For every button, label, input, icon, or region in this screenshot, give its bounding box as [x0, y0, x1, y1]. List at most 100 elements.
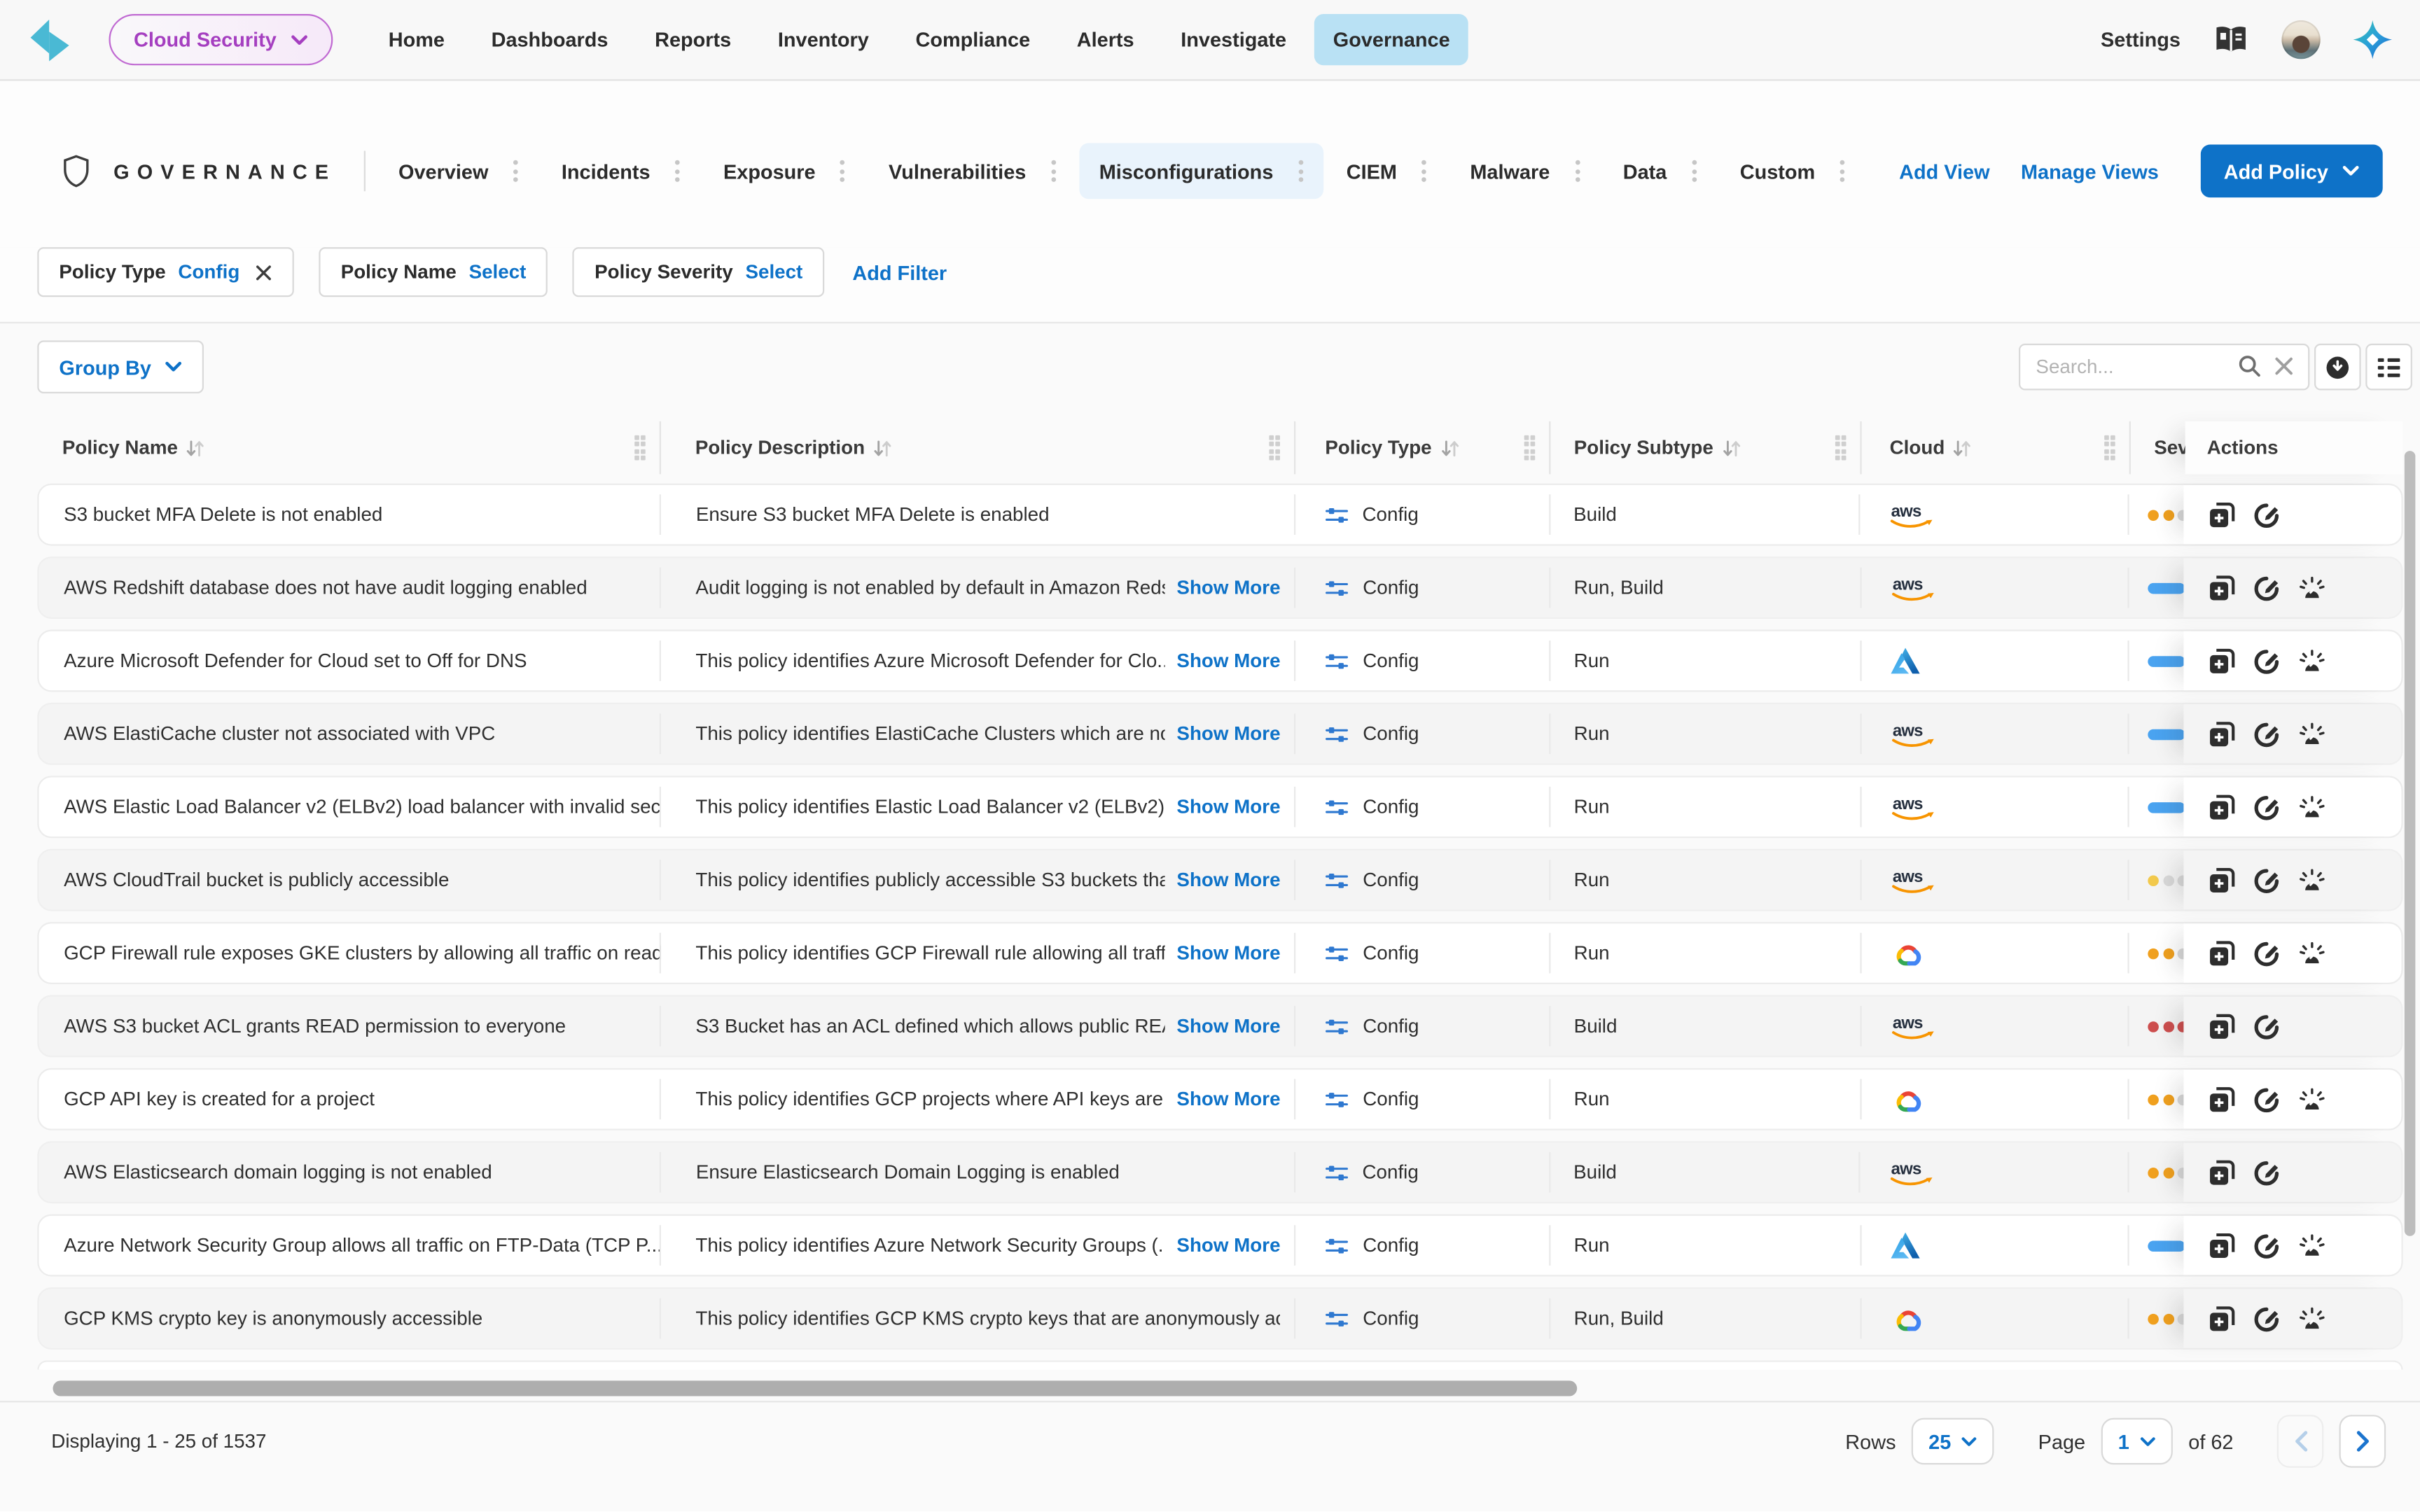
edit-policy-icon[interactable]: [2253, 867, 2280, 893]
show-more-link[interactable]: Show More: [1176, 723, 1280, 745]
alarm-policy-icon[interactable]: [2299, 867, 2325, 893]
table-row[interactable]: GCP KMS crypto key is anonymously access…: [37, 1287, 2403, 1350]
clone-policy-icon[interactable]: [2209, 940, 2235, 967]
nav-item-reports[interactable]: Reports: [636, 14, 749, 65]
edit-policy-icon[interactable]: [2253, 648, 2280, 674]
group-by-button[interactable]: Group By: [37, 340, 204, 393]
rows-per-page-select[interactable]: 25: [1911, 1418, 1995, 1465]
edit-policy-icon[interactable]: [2253, 1013, 2280, 1040]
sort-icon[interactable]: [1721, 438, 1741, 458]
sort-icon[interactable]: [186, 438, 206, 458]
search-icon[interactable]: [2238, 354, 2261, 377]
show-more-link[interactable]: Show More: [1176, 1088, 1280, 1110]
show-more-link[interactable]: Show More: [1176, 577, 1280, 598]
clone-policy-icon[interactable]: [2209, 794, 2235, 820]
policy-name-cell[interactable]: AWS CloudTrail bucket is publicly access…: [39, 850, 662, 909]
filter-chip-value[interactable]: Select: [469, 261, 527, 283]
column-header-cloud[interactable]: Cloud: [1862, 421, 2131, 475]
table-row[interactable]: AWS Redshift database does not have audi…: [37, 556, 2403, 619]
edit-policy-icon[interactable]: [2253, 720, 2280, 747]
column-header-policy-description[interactable]: Policy Description: [661, 421, 1296, 475]
clone-policy-icon[interactable]: [2209, 501, 2235, 528]
alarm-policy-icon[interactable]: [2299, 1306, 2325, 1332]
sort-icon[interactable]: [872, 438, 893, 458]
clone-policy-icon[interactable]: [2209, 1232, 2235, 1259]
edit-policy-icon[interactable]: [2253, 1232, 2280, 1259]
page-select[interactable]: 1: [2101, 1418, 2174, 1465]
user-avatar[interactable]: [2281, 20, 2321, 59]
alarm-policy-icon[interactable]: [2299, 648, 2325, 674]
tab-malware[interactable]: Malware: [1449, 143, 1599, 199]
policy-name-cell[interactable]: AWS ElastiCache cluster not associated w…: [39, 704, 662, 763]
documentation-book-icon[interactable]: [2213, 24, 2249, 55]
policy-name-cell[interactable]: Azure Microsoft Defender for Cloud set t…: [39, 631, 662, 690]
show-more-link[interactable]: Show More: [1176, 1015, 1280, 1037]
filter-chip-policy-name[interactable]: Policy Name Select: [319, 247, 548, 298]
tab-options-kebab-icon[interactable]: [1038, 155, 1068, 186]
policy-name-cell[interactable]: S3 bucket MFA Delete is not enabled: [39, 485, 662, 544]
tab-options-kebab-icon[interactable]: [1562, 155, 1592, 186]
product-switcher-button[interactable]: Cloud Security: [109, 13, 333, 66]
clone-policy-icon[interactable]: [2209, 1306, 2235, 1332]
tab-exposure[interactable]: Exposure: [703, 143, 865, 199]
show-more-link[interactable]: Show More: [1176, 650, 1280, 671]
horizontal-scrollbar-thumb[interactable]: [53, 1380, 1578, 1396]
tab-options-kebab-icon[interactable]: [501, 155, 530, 186]
download-button[interactable]: [2314, 343, 2361, 391]
column-header-policy-type[interactable]: Policy Type: [1295, 421, 1551, 475]
tab-options-kebab-icon[interactable]: [662, 155, 692, 186]
nav-item-governance[interactable]: Governance: [1314, 13, 1469, 66]
tab-misconfigurations[interactable]: Misconfigurations: [1078, 143, 1323, 200]
table-row[interactable]: Azure Network Security Group allows all …: [37, 1214, 2403, 1277]
previous-page-button[interactable]: [2276, 1415, 2324, 1468]
edit-policy-icon[interactable]: [2253, 940, 2280, 967]
nav-item-investigate[interactable]: Investigate: [1162, 14, 1305, 65]
column-drag-handle-icon[interactable]: [634, 435, 646, 461]
nav-item-alerts[interactable]: Alerts: [1058, 14, 1153, 65]
policy-name-cell[interactable]: AWS S3 bucket ACL grants READ permission…: [39, 997, 662, 1056]
policy-name-cell[interactable]: GCP KMS crypto key is anonymously access…: [39, 1289, 662, 1348]
filter-chip-value[interactable]: Config: [178, 261, 239, 283]
alarm-policy-icon[interactable]: [2299, 794, 2325, 820]
tab-ciem[interactable]: CIEM: [1326, 143, 1447, 199]
search-input[interactable]: [2018, 343, 2310, 391]
vertical-scrollbar-thumb[interactable]: [2404, 451, 2416, 1236]
policy-name-cell[interactable]: GCP API key is created for a project: [39, 1070, 662, 1128]
edit-policy-icon[interactable]: [2253, 1159, 2280, 1186]
table-row[interactable]: S3 bucket MFA Delete is not enabled Ensur…: [37, 483, 2403, 546]
table-row[interactable]: GCP API key is created for a project This…: [37, 1068, 2403, 1130]
tab-vulnerabilities[interactable]: Vulnerabilities: [868, 143, 1076, 199]
brand-star-icon[interactable]: [2353, 20, 2393, 59]
column-header-policy-name[interactable]: Policy Name: [37, 421, 661, 475]
table-row[interactable]: AWS S3 bucket ACL grants READ permission…: [37, 995, 2403, 1058]
column-drag-handle-icon[interactable]: [1523, 435, 1536, 461]
column-drag-handle-icon[interactable]: [2103, 435, 2115, 461]
tab-incidents[interactable]: Incidents: [541, 143, 700, 199]
clone-policy-icon[interactable]: [2209, 867, 2235, 893]
tab-options-kebab-icon[interactable]: [1410, 155, 1439, 186]
table-row[interactable]: AWS ElastiCache cluster not associated w…: [37, 702, 2403, 765]
filter-chip-value[interactable]: Select: [745, 261, 802, 283]
show-more-link[interactable]: Show More: [1176, 869, 1280, 891]
nav-item-dashboards[interactable]: Dashboards: [473, 14, 627, 65]
clone-policy-icon[interactable]: [2209, 1159, 2235, 1186]
tab-overview[interactable]: Overview: [378, 143, 538, 199]
policy-name-cell[interactable]: Azure Network Security Group allows all …: [39, 1216, 662, 1275]
tab-options-kebab-icon[interactable]: [828, 155, 857, 186]
product-logo-icon[interactable]: [28, 16, 71, 63]
nav-item-home[interactable]: Home: [370, 14, 464, 65]
tab-options-kebab-icon[interactable]: [1828, 155, 1857, 186]
table-row[interactable]: Azure Microsoft Defender for Cloud set t…: [37, 629, 2403, 692]
tab-custom[interactable]: Custom: [1720, 143, 1865, 199]
policy-name-cell[interactable]: AWS Elastic Load Balancer v2 (ELBv2) loa…: [39, 778, 662, 836]
nav-item-compliance[interactable]: Compliance: [897, 14, 1049, 65]
table-row[interactable]: AWS Elasticsearch domain logging is not …: [37, 1141, 2403, 1204]
table-row[interactable]: GCP Firewall rule exposes GKE clusters b…: [37, 922, 2403, 984]
policy-name-cell[interactable]: GCP Firewall rule exposes GKE clusters b…: [39, 923, 662, 982]
edit-policy-icon[interactable]: [2253, 501, 2280, 528]
add-policy-button[interactable]: Add Policy: [2200, 144, 2383, 198]
filter-chip-policy-severity[interactable]: Policy Severity Select: [573, 247, 825, 298]
edit-policy-icon[interactable]: [2253, 1306, 2280, 1332]
show-more-link[interactable]: Show More: [1176, 1235, 1280, 1256]
edit-policy-icon[interactable]: [2253, 1086, 2280, 1112]
